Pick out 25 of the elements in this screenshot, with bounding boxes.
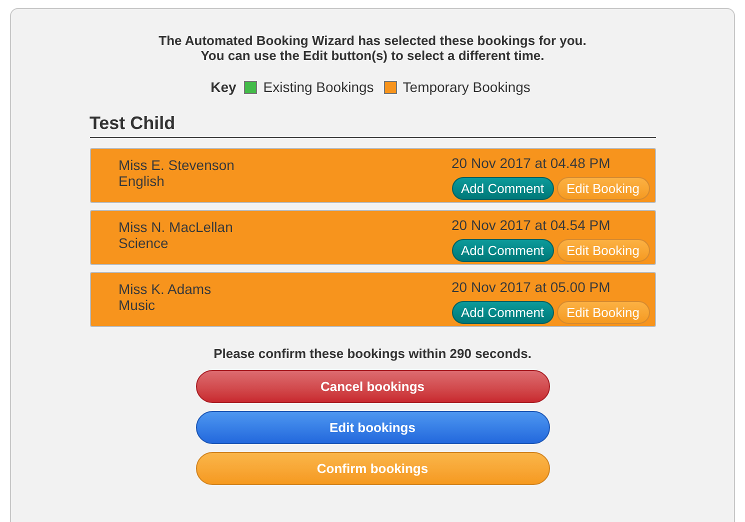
edit-button[interactable]: Edit bookings	[196, 411, 550, 444]
booking-time: 20 Nov 2017 at 04.48 PM	[452, 155, 610, 171]
booking-time: 20 Nov 2017 at 04.54 PM	[452, 217, 610, 233]
teacher-name: Miss K. Adams	[118, 281, 212, 297]
add-comment-button[interactable]: Add Comment	[452, 301, 554, 324]
cancel-button[interactable]: Cancel bookings	[196, 370, 550, 403]
teacher-name: Miss N. MacLellan	[118, 219, 233, 235]
key-text: Temporary Bookings	[402, 78, 530, 97]
confirm-button[interactable]: Confirm bookings	[196, 452, 550, 485]
child-heading: Test Child	[90, 112, 656, 138]
add-comment-button[interactable]: Add Comment	[452, 177, 554, 200]
intro-text: The Automated Booking Wizard has selected these bookings for you.	[158, 33, 586, 48]
booking-time: 20 Nov 2017 at 05.00 PM	[452, 279, 610, 295]
key-label: Key	[210, 78, 236, 97]
subject-name: Science	[118, 235, 170, 251]
intro-text: You can use the Edit button(s) to select a different time.	[200, 48, 544, 63]
edit-booking-button[interactable]: Edit Booking	[556, 239, 650, 262]
add-comment-button[interactable]: Add Comment	[452, 239, 554, 262]
key-text: Existing Bookings	[263, 78, 374, 97]
teacher-name: Miss E. Stevenson	[118, 157, 234, 173]
subject-name: English	[118, 173, 166, 189]
edit-booking-button[interactable]: Edit Booking	[556, 177, 650, 200]
edit-booking-button[interactable]: Edit Booking	[556, 301, 650, 324]
subject-name: Music	[118, 297, 156, 313]
confirm-note: Please confirm these bookings within 290 seconds.	[214, 346, 532, 362]
